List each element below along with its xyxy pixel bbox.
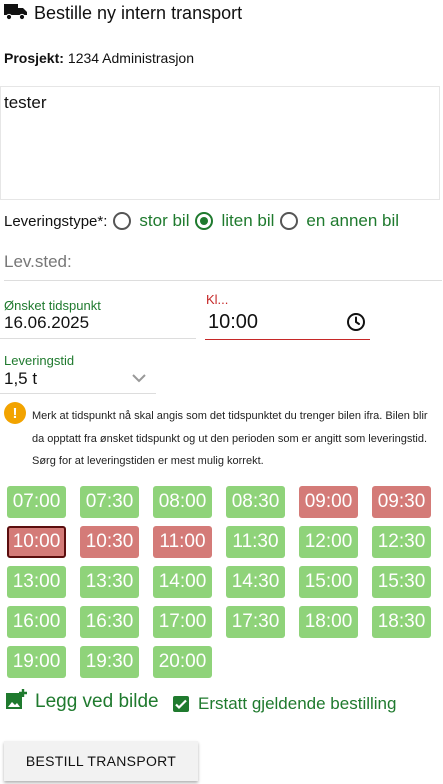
time-slot-button[interactable]: 11:00 [153,526,212,558]
time-slot-button[interactable]: 10:00 [7,526,66,558]
radio-liten-bil[interactable]: liten bil [195,211,274,231]
delivery-type-label: Leveringstype*: [4,212,108,230]
project-info: Prosjekt: 1234 Administrasjon [4,50,194,66]
page-title: Bestille ny intern transport [34,2,243,23]
location-placeholder: Lev.sted: [4,252,72,271]
time-slot-button[interactable]: 19:00 [7,646,66,678]
page-header: Bestille ny intern transport [3,2,242,24]
info-text: Merk at tidspunkt nå skal angis som det … [32,410,428,467]
time-slot-button[interactable]: 16:00 [7,606,66,638]
time-slot-button[interactable]: 12:00 [299,526,358,558]
radio-circle[interactable] [280,212,299,230]
time-slot-button[interactable]: 09:00 [299,486,358,518]
time-slot-button[interactable]: 10:30 [80,526,139,558]
time-slot-button[interactable]: 09:30 [372,486,431,518]
time-input[interactable]: 10:00 [208,311,258,334]
radio-annen-bil[interactable]: en annen bil [280,211,399,231]
notes-textarea[interactable]: tester [0,86,440,200]
truck-icon [3,1,29,26]
radio-circle-selected[interactable] [195,212,214,230]
radio-stor-bil[interactable]: stor bil [113,211,189,231]
notes-value: tester [4,93,47,112]
add-photo-icon [5,688,35,716]
time-slot-button[interactable]: 08:00 [153,486,212,518]
time-slot-button[interactable]: 15:30 [372,566,431,598]
chevron-down-icon[interactable] [130,370,148,386]
project-label: Prosjekt: [4,50,64,66]
checkbox-checked-icon[interactable] [173,696,189,712]
attach-image-button[interactable]: Legg ved bilde [5,688,159,716]
time-slot-button[interactable]: 16:30 [80,606,139,638]
location-input[interactable]: Lev.sted: [4,252,442,281]
attach-image-label: Legg ved bilde [35,691,159,712]
radio-circle[interactable] [113,212,132,230]
date-underline [0,338,196,339]
time-slot-button[interactable]: 15:00 [299,566,358,598]
time-slot-button[interactable]: 07:30 [80,486,139,518]
time-slot-button[interactable]: 14:30 [226,566,285,598]
date-label: Ønsket tidspunkt [4,298,101,313]
time-slot-button[interactable]: 18:30 [372,606,431,638]
replace-order-checkbox[interactable]: Erstatt gjeldende bestilling [173,694,396,714]
time-label: Kl... [206,292,229,307]
time-slot-button[interactable]: 07:00 [7,486,66,518]
time-slot-button[interactable]: 08:30 [226,486,285,518]
time-underline [205,339,370,340]
clock-icon[interactable] [345,311,367,333]
time-slot-button[interactable]: 13:00 [7,566,66,598]
replace-order-label: Erstatt gjeldende bestilling [198,694,397,713]
radio-label: stor bil [139,211,190,230]
duration-underline [0,393,156,394]
radio-label: liten bil [221,211,275,230]
time-slot-button[interactable]: 11:30 [226,526,285,558]
time-slot-button[interactable]: 17:30 [226,606,285,638]
info-icon: ! [4,402,26,424]
time-slot-button[interactable]: 13:30 [80,566,139,598]
order-transport-button[interactable]: BESTILL TRANSPORT [4,741,198,781]
time-slot-button[interactable]: 18:00 [299,606,358,638]
radio-label: en annen bil [306,211,400,230]
project-value: 1234 Administrasjon [67,50,194,66]
duration-label: Leveringstid [4,353,75,368]
time-slot-button[interactable]: 14:00 [153,566,212,598]
delivery-type-group: Leveringstype*: stor bil liten bil en an… [4,211,405,231]
time-slot-button[interactable]: 20:00 [153,646,212,678]
time-slot-button[interactable]: 17:00 [153,606,212,638]
duration-select[interactable]: 1,5 t [4,369,37,389]
time-slot-button[interactable]: 19:30 [80,646,139,678]
time-slot-button[interactable]: 12:30 [372,526,431,558]
date-input[interactable]: 16.06.2025 [4,313,89,333]
